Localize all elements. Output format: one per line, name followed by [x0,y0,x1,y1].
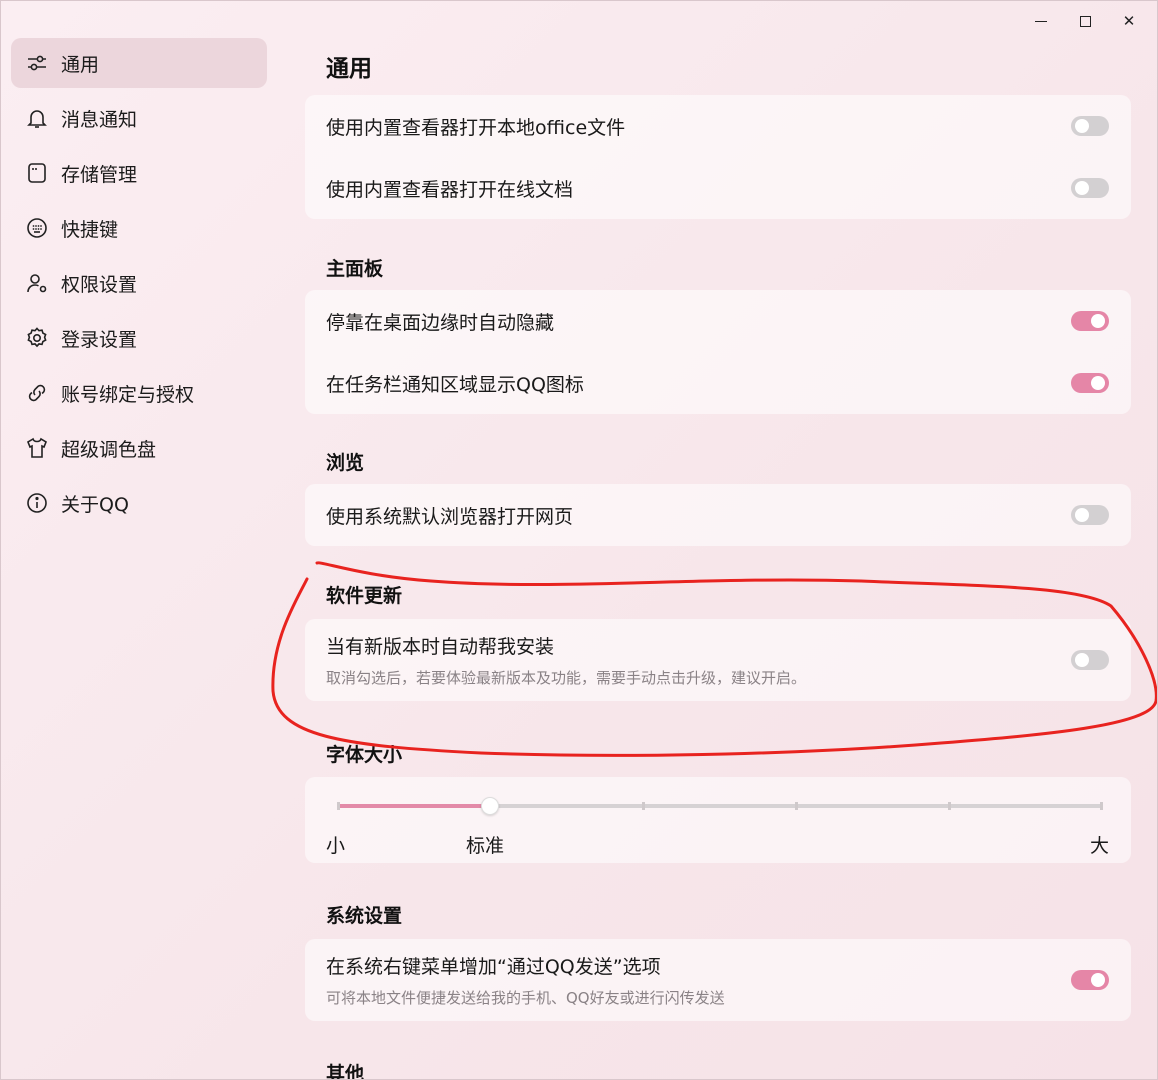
main-panel-card: 停靠在桌面边缘时自动隐藏 在任务栏通知区域显示QQ图标 [305,290,1131,414]
slider-tick [642,802,645,810]
section-title-font-size: 字体大小 [326,744,403,766]
sidebar-item-label: 存储管理 [61,163,138,186]
sidebar-item-label: 登录设置 [61,328,138,351]
context-menu-toggle[interactable] [1071,970,1109,990]
setting-description: 取消勾选后，若要体验最新版本及功能，需要手动点击升级，建议开启。 [326,669,807,687]
setting-row-auto-install[interactable]: 当有新版本时自动帮我安装 取消勾选后，若要体验最新版本及功能，需要手动点击升级，… [305,619,1131,701]
bell-icon [25,106,49,130]
info-icon [25,491,49,515]
tshirt-icon [25,436,49,460]
sidebar-item-notifications[interactable]: 消息通知 [11,93,267,143]
setting-label: 当有新版本时自动帮我安装 [326,636,555,658]
setting-row-local-office[interactable]: 使用内置查看器打开本地office文件 [305,95,1131,157]
setting-label: 使用内置查看器打开在线文档 [326,178,574,201]
font-size-label-standard: 标准 [466,835,505,857]
sidebar-item-general[interactable]: 通用 [11,38,267,88]
setting-label: 使用系统默认浏览器打开网页 [326,505,574,528]
local-office-toggle[interactable] [1071,116,1109,136]
slider-fill [337,804,491,808]
section-title-main-panel: 主面板 [326,258,384,280]
sidebar-item-permissions[interactable]: 权限设置 [11,258,267,308]
font-size-label-large: 大 [1089,835,1109,857]
setting-label: 在系统右键菜单增加“通过QQ发送”选项 [326,956,661,978]
office-card: 使用内置查看器打开本地office文件 使用内置查看器打开在线文档 [305,95,1131,219]
sidebar-item-label: 账号绑定与授权 [61,383,195,406]
section-title-other: 其他 [326,1063,365,1080]
qq-settings-window: ✕ 通用 消息通知 存储管理 快捷键 权限设置 登录设置 账号绑定与授权 超级调… [0,0,1158,1080]
setting-label: 使用内置查看器打开本地office文件 [326,116,626,139]
sidebar-item-login[interactable]: 登录设置 [11,313,267,363]
user-gear-icon [25,271,49,295]
link-icon [25,381,49,405]
sidebar-item-label: 关于QQ [61,493,129,516]
browse-card: 使用系统默认浏览器打开网页 [305,484,1131,546]
online-docs-toggle[interactable] [1071,178,1109,198]
sidebar-item-label: 超级调色盘 [61,438,157,461]
slider-tick [337,802,340,810]
sidebar-item-label: 通用 [61,53,100,76]
system-card: 在系统右键菜单增加“通过QQ发送”选项 可将本地文件便捷发送给我的手机、QQ好友… [305,939,1131,1021]
update-card: 当有新版本时自动帮我安装 取消勾选后，若要体验最新版本及功能，需要手动点击升级，… [305,619,1131,701]
sidebar-item-label: 权限设置 [61,273,138,296]
section-title-system: 系统设置 [326,905,403,927]
setting-label: 停靠在桌面边缘时自动隐藏 [326,311,555,334]
font-size-card: 小 标准 大 [305,777,1131,863]
slider-handle[interactable] [481,797,500,815]
setting-row-auto-hide[interactable]: 停靠在桌面边缘时自动隐藏 [305,290,1131,352]
tray-icon-toggle[interactable] [1071,373,1109,393]
sidebar-item-about[interactable]: 关于QQ [11,478,267,528]
setting-row-context-menu[interactable]: 在系统右键菜单增加“通过QQ发送”选项 可将本地文件便捷发送给我的手机、QQ好友… [305,939,1131,1021]
settings-panel: 通用 使用内置查看器打开本地office文件 使用内置查看器打开在线文档 主面板… [305,1,1131,1080]
default-browser-toggle[interactable] [1071,505,1109,525]
keyboard-icon [25,216,49,240]
setting-row-default-browser[interactable]: 使用系统默认浏览器打开网页 [305,484,1131,546]
setting-description: 可将本地文件便捷发送给我的手机、QQ好友或进行闪传发送 [326,989,725,1007]
font-size-slider[interactable] [337,797,1103,815]
sidebar-item-palette[interactable]: 超级调色盘 [11,423,267,473]
font-size-label-small: 小 [326,835,346,857]
sliders-icon [25,51,49,75]
sidebar-item-label: 快捷键 [61,218,119,241]
page-title: 通用 [326,56,372,82]
slider-tick [795,802,798,810]
setting-row-tray-icon[interactable]: 在任务栏通知区域显示QQ图标 [305,352,1131,414]
section-title-browse: 浏览 [326,452,365,474]
setting-row-online-docs[interactable]: 使用内置查看器打开在线文档 [305,157,1131,219]
auto-install-toggle[interactable] [1071,650,1109,670]
gear-icon [25,326,49,350]
sidebar: 通用 消息通知 存储管理 快捷键 权限设置 登录设置 账号绑定与授权 超级调色盘… [11,38,267,533]
auto-hide-toggle[interactable] [1071,311,1109,331]
slider-tick [948,802,951,810]
slider-tick [1100,802,1103,810]
section-title-update: 软件更新 [326,585,403,607]
sidebar-item-shortcuts[interactable]: 快捷键 [11,203,267,253]
setting-label: 在任务栏通知区域显示QQ图标 [326,373,584,396]
sidebar-item-account-binding[interactable]: 账号绑定与授权 [11,368,267,418]
sidebar-item-storage[interactable]: 存储管理 [11,148,267,198]
storage-icon [25,161,49,185]
sidebar-item-label: 消息通知 [61,108,138,131]
